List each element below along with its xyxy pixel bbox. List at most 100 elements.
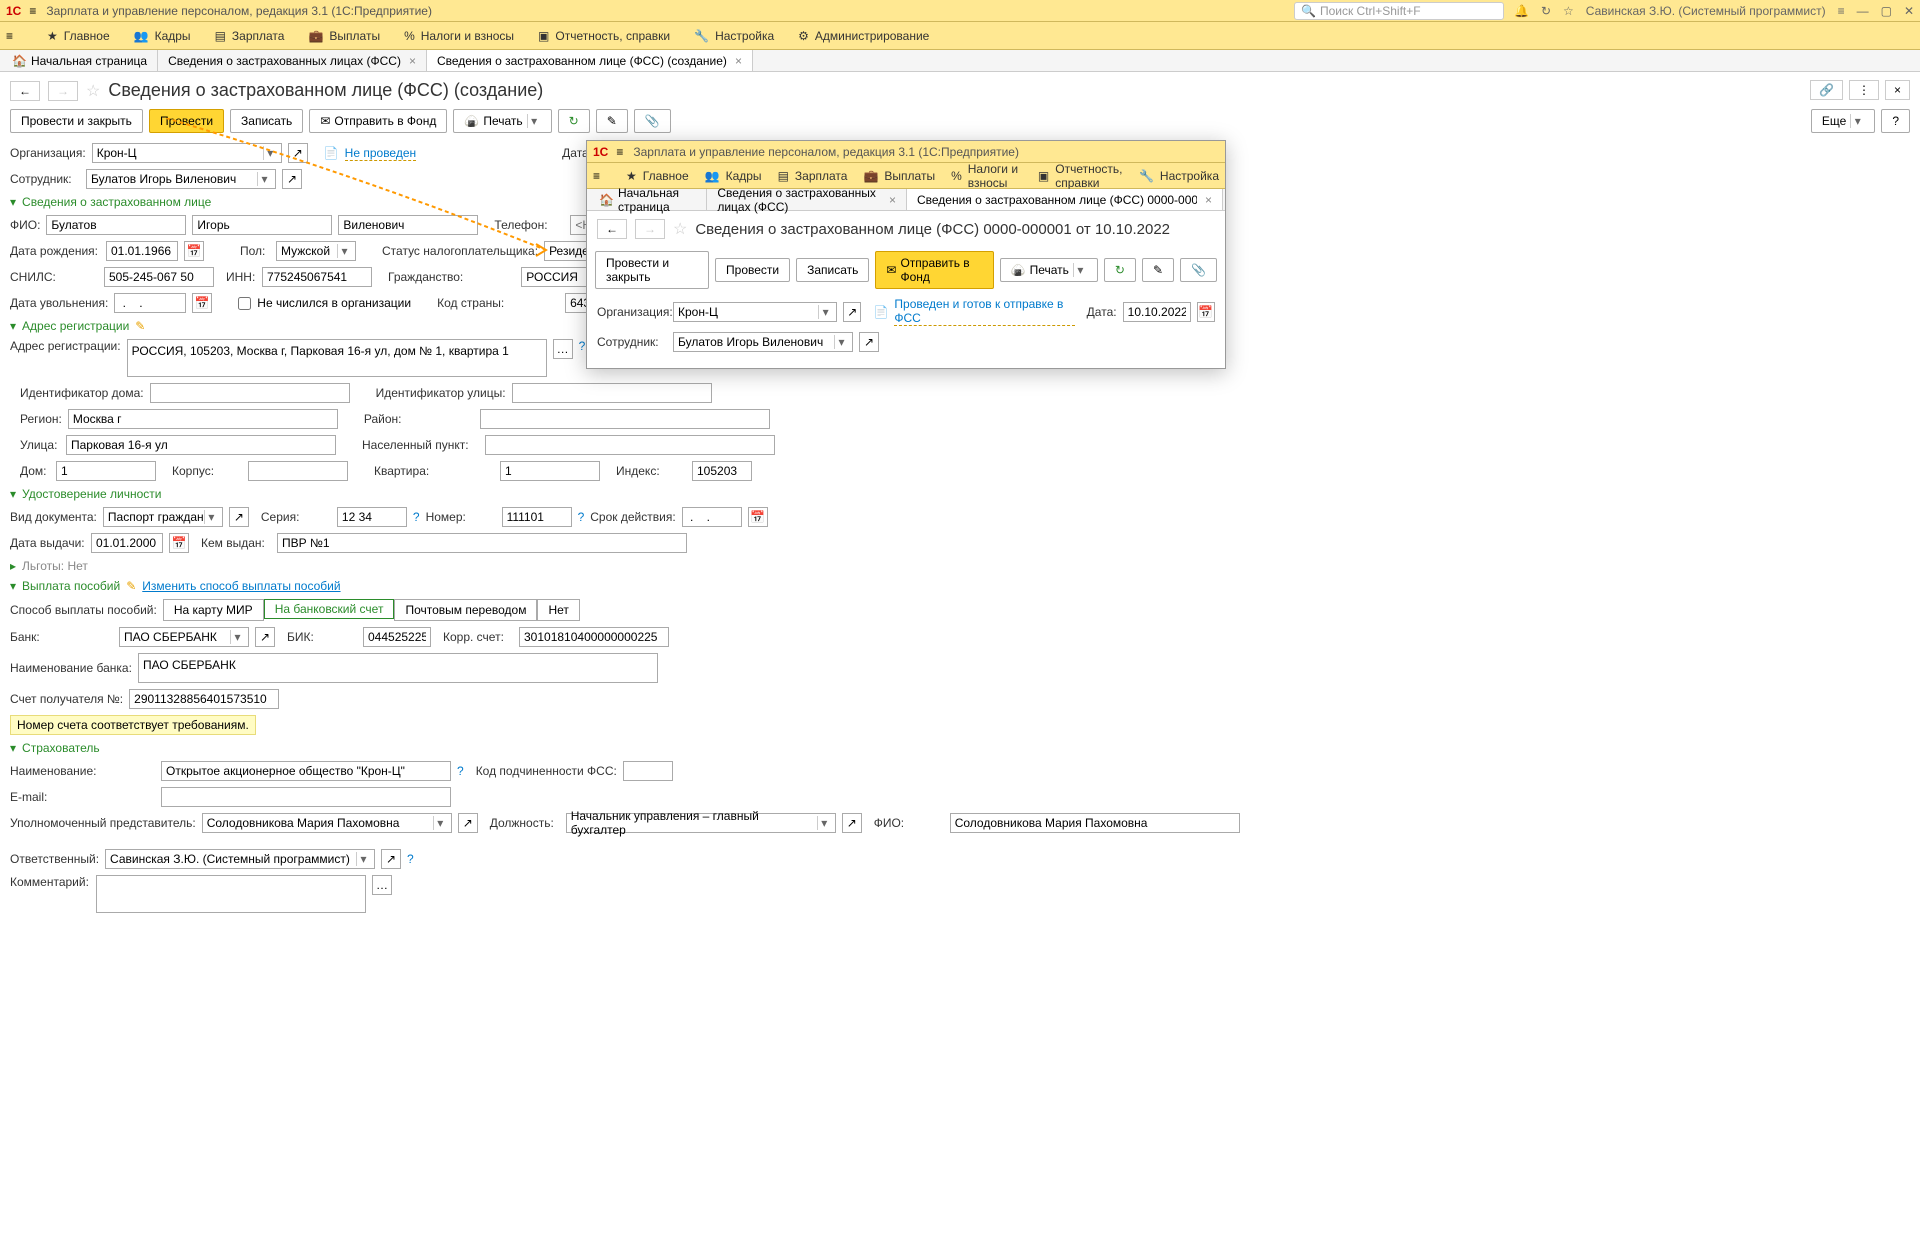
send-button[interactable]: ✉Отправить в Фонд [309, 109, 447, 133]
korr-input[interactable] [519, 627, 669, 647]
favorite-icon[interactable]: ☆ [673, 219, 687, 239]
org-open-button[interactable]: ↗ [288, 143, 308, 163]
paymethod-mir[interactable]: На карту МИР [163, 599, 264, 621]
comment-input[interactable] [96, 875, 366, 913]
inn-input[interactable] [262, 267, 372, 287]
calendar-icon[interactable]: 📅 [748, 507, 768, 527]
middle-input[interactable] [338, 215, 478, 235]
doctype-open-button[interactable]: ↗ [229, 507, 249, 527]
popup-menu-zarplata[interactable]: ▤Зарплата [778, 169, 848, 183]
help-icon[interactable]: ? [407, 852, 414, 866]
paymethod-post[interactable]: Почтовым переводом [394, 599, 537, 621]
resp-select[interactable]: Савинская З.Ю. (Системный программист)▾ [105, 849, 375, 869]
korpus-input[interactable] [248, 461, 348, 481]
menu-settings[interactable]: 🔧Настройка [694, 29, 774, 43]
tab-close-icon[interactable]: × [409, 54, 416, 68]
kebab-icon[interactable]: ⋮ [1849, 80, 1879, 100]
paymethod-bank[interactable]: На банковский счет [264, 599, 395, 619]
region-input[interactable] [68, 409, 338, 429]
calendar-icon[interactable]: 📅 [184, 241, 204, 261]
addr-edit-button[interactable]: … [553, 339, 573, 359]
notlisted-checkbox[interactable] [238, 297, 251, 310]
rep-select[interactable]: Солодовникова Мария Пахомовна▾ [202, 813, 452, 833]
more-button[interactable]: Еще▾ [1811, 109, 1875, 133]
issuedby-input[interactable] [277, 533, 687, 553]
popup-tab-home[interactable]: 🏠Начальная страница [589, 189, 707, 210]
edit-icon[interactable]: ✎ [135, 319, 145, 333]
menu-main[interactable]: ★Главное [47, 29, 110, 43]
menu-burger-icon[interactable]: ≡ [593, 169, 600, 183]
tab-home[interactable]: 🏠Начальная страница [2, 50, 158, 71]
minimize-icon[interactable]: — [1857, 4, 1869, 18]
nav-forward-button[interactable]: → [48, 81, 78, 101]
valid-input[interactable] [682, 507, 742, 527]
bik-input[interactable] [363, 627, 431, 647]
calendar-icon[interactable]: 📅 [192, 293, 212, 313]
close-icon[interactable]: ✕ [1904, 4, 1914, 18]
edit-payment-link[interactable]: Изменить способ выплаты пособий [142, 579, 340, 593]
popup-postclose-button[interactable]: Провести и закрыть [595, 251, 709, 289]
attach-button[interactable]: 📎 [1180, 258, 1217, 282]
houseid-input[interactable] [150, 383, 350, 403]
doctype-select[interactable]: Паспорт гражданина РФ▾ [103, 507, 223, 527]
edit-icon[interactable]: ✎ [126, 579, 136, 593]
snils-input[interactable] [104, 267, 214, 287]
org-open-button[interactable]: ↗ [843, 302, 861, 322]
help-icon[interactable]: ? [413, 510, 420, 524]
popup-menu-settings[interactable]: 🔧Настройка [1139, 169, 1219, 183]
help-icon[interactable]: ? [578, 510, 585, 524]
emp-select[interactable]: Булатов Игорь Виленович▾ [86, 169, 276, 189]
popup-emp-select[interactable]: Булатов Игорь Виленович▾ [673, 332, 853, 352]
series-input[interactable] [337, 507, 407, 527]
paymethod-none[interactable]: Нет [537, 599, 579, 621]
bank-open-button[interactable]: ↗ [255, 627, 275, 647]
bankname-input[interactable]: ПАО СБЕРБАНК [138, 653, 658, 683]
popup-tab-fss-list[interactable]: Сведения о застрахованных лицах (ФСС)× [707, 189, 907, 210]
addrreg-input[interactable]: РОССИЯ, 105203, Москва г, Парковая 16-я … [127, 339, 547, 377]
popup-status-link[interactable]: Проведен и готов к отправке в ФСС [894, 297, 1074, 326]
collapse-icon[interactable]: ▾ [10, 487, 16, 501]
nav-back-button[interactable]: ← [10, 81, 40, 101]
fire-input[interactable] [114, 293, 186, 313]
collapse-icon[interactable]: ▾ [10, 195, 16, 209]
calendar-icon[interactable]: 📅 [1197, 302, 1215, 322]
surname-input[interactable] [46, 215, 186, 235]
popup-date-input[interactable] [1123, 302, 1191, 322]
district-input[interactable] [480, 409, 770, 429]
rep-open-button[interactable]: ↗ [458, 813, 478, 833]
post-close-button[interactable]: Провести и закрыть [10, 109, 143, 133]
calendar-icon[interactable]: 📅 [169, 533, 189, 553]
repfio-input[interactable] [950, 813, 1240, 833]
town-input[interactable] [485, 435, 775, 455]
emp-open-button[interactable]: ↗ [282, 169, 302, 189]
menu-nalogi[interactable]: %Налоги и взносы [404, 29, 514, 43]
popup-save-button[interactable]: Записать [796, 258, 869, 282]
popup-menu-reports[interactable]: ▣Отчетность, справки [1038, 162, 1123, 190]
collapse-icon[interactable]: ▾ [10, 741, 16, 755]
comment-edit-button[interactable]: … [372, 875, 392, 895]
menu-reports[interactable]: ▣Отчетность, справки [538, 29, 670, 43]
tab-close-icon[interactable]: × [735, 54, 742, 68]
email-input[interactable] [161, 787, 451, 807]
pos-open-button[interactable]: ↗ [842, 813, 862, 833]
subcode-input[interactable] [623, 761, 673, 781]
emp-open-button[interactable]: ↗ [859, 332, 879, 352]
save-button[interactable]: Записать [230, 109, 303, 133]
favorite-icon[interactable]: ☆ [86, 81, 100, 101]
edit-tool-button[interactable]: ✎ [1142, 258, 1174, 282]
bell-icon[interactable]: 🔔 [1514, 4, 1529, 18]
page-close-icon[interactable]: × [1885, 80, 1910, 100]
name-input[interactable] [192, 215, 332, 235]
sex-select[interactable]: Мужской▾ [276, 241, 356, 261]
popup-tab-fss-doc[interactable]: Сведения о застрахованном лице (ФСС) 000… [907, 189, 1223, 210]
popup-print-button[interactable]: 🍙Печать▾ [1000, 258, 1098, 282]
burger-icon[interactable]: ≡ [29, 4, 36, 18]
popup-menu-nalogi[interactable]: %Налоги и взносы [951, 162, 1022, 190]
popup-menu-vyplaty[interactable]: 💼Выплаты [863, 169, 935, 183]
post-button[interactable]: Провести [149, 109, 224, 133]
link-icon[interactable]: 🔗 [1810, 80, 1843, 100]
popup-menu-kadry[interactable]: 👥Кадры [705, 169, 762, 183]
refresh-button[interactable]: ↻ [1104, 258, 1136, 282]
star-icon[interactable]: ☆ [1563, 4, 1574, 18]
bank-select[interactable]: ПАО СБЕРБАНК▾ [119, 627, 249, 647]
